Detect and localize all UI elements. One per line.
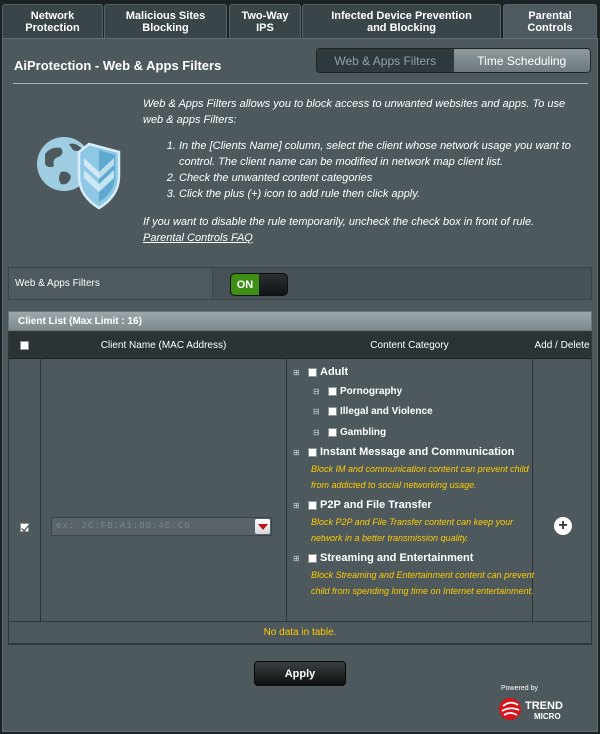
column-header-category: Content Category <box>370 339 449 351</box>
aiprotection-shield-icon <box>37 137 121 210</box>
filter-toggle-row: Web & Apps Filters ON <box>8 267 592 300</box>
category-label: Instant Message and Communication <box>320 446 515 458</box>
tree-branch-icon: ⊟ <box>313 428 320 437</box>
toggle-state: ON <box>231 274 259 295</box>
column-header-client: Client Name (MAC Address) <box>100 339 227 351</box>
step-item: In the [Clients Name] column, select the… <box>179 138 583 170</box>
select-all-cell <box>9 332 40 358</box>
disable-note: If you want to disable the rule temporar… <box>143 216 535 228</box>
dropdown-arrow-icon[interactable] <box>255 519 270 534</box>
category-adult: ⊞ Adult <box>293 366 348 378</box>
tree-expand-icon[interactable]: ⊞ <box>293 448 300 456</box>
category-checkbox[interactable] <box>308 500 317 510</box>
subcategory-label: Pornography <box>340 386 403 397</box>
client-name-value: ex: 2C:FD:A1:00:4E:C0 <box>56 521 191 531</box>
category-label: Adult <box>320 366 349 378</box>
empty-table-message: No data in table. <box>8 621 592 644</box>
tab-label: Network Protection <box>25 9 80 34</box>
tab-two-way-ips[interactable]: Two-Way IPS <box>229 4 301 38</box>
page-title: AiProtection - Web & Apps Filters <box>14 58 222 73</box>
main-panel: AiProtection - Web & Apps Filters Web & … <box>2 38 598 732</box>
subcategory-pornography: ⊟ Pornography <box>313 386 402 397</box>
tree-branch-icon: ⊟ <box>313 407 320 416</box>
row-checkbox[interactable] <box>20 523 29 532</box>
instruction-steps: In the [Clients Name] column, select the… <box>143 138 583 202</box>
tree-expand-icon[interactable]: ⊞ <box>293 554 300 562</box>
subcategory-label: Gambling <box>340 427 387 438</box>
category-tree: ⊞ Adult ⊟ Pornography ⊟ Illegal and Viol… <box>293 366 534 636</box>
table-header: Client Name (MAC Address) Content Catego… <box>9 332 591 359</box>
powered-by-label: Powered by <box>501 685 538 692</box>
tab-label: Two-Way IPS <box>241 9 289 34</box>
category-p2p: ⊞ P2P and File Transfer <box>293 499 432 511</box>
divider <box>13 83 588 84</box>
tab-network-protection[interactable]: Network Protection <box>2 4 103 38</box>
apply-button[interactable]: Apply <box>254 661 346 686</box>
tab-parental-controls[interactable]: Parental Controls <box>503 4 597 39</box>
segment-web-apps-filters[interactable]: Web & Apps Filters <box>317 49 454 72</box>
category-instant-message: ⊞ Instant Message and Communication <box>293 446 514 458</box>
parental-controls-faq-link[interactable]: Parental Controls FAQ <box>143 232 253 244</box>
tree-expand-icon[interactable]: ⊞ <box>293 501 300 509</box>
trend-micro-logo: TREND MICRO <box>499 698 563 721</box>
subcategory-label: Illegal and Violence <box>340 406 433 417</box>
column-divider <box>40 332 41 644</box>
tree-expand-icon[interactable]: ⊞ <box>293 368 300 376</box>
category-checkbox[interactable] <box>308 553 317 563</box>
filter-toggle-switch[interactable]: ON <box>230 273 288 296</box>
column-divider <box>286 332 287 644</box>
plus-icon: + <box>558 516 568 534</box>
description-intro: Web & Apps Filters allows you to block a… <box>143 98 566 126</box>
step-item: Check the unwanted content categories <box>179 170 583 186</box>
brand-line1: TREND <box>525 700 563 712</box>
category-streaming: ⊞ Streaming and Entertainment <box>293 552 473 564</box>
category-checkbox[interactable] <box>308 367 317 377</box>
add-rule-button[interactable]: + <box>554 517 572 535</box>
view-switcher: Web & Apps Filters Time Scheduling <box>316 48 591 73</box>
segment-time-scheduling[interactable]: Time Scheduling <box>453 49 590 72</box>
category-label: Streaming and Entertainment <box>320 552 474 564</box>
subcategory-checkbox[interactable] <box>328 407 337 416</box>
subcategory-checkbox[interactable] <box>328 387 337 396</box>
filter-toggle-label: Web & Apps Filters <box>9 268 213 299</box>
client-list-title: Client List (Max Limit : 16) <box>8 311 592 331</box>
step-item: Click the plus (+) icon to add rule then… <box>179 186 583 202</box>
category-checkbox[interactable] <box>308 447 317 457</box>
column-header-action: Add / Delete <box>534 339 590 351</box>
subcategory-checkbox[interactable] <box>328 428 337 437</box>
client-name-select[interactable]: ex: 2C:FD:A1:00:4E:C0 <box>51 517 272 536</box>
subcategory-illegal-violence: ⊟ Illegal and Violence <box>313 406 433 417</box>
select-all-checkbox[interactable] <box>20 340 29 350</box>
toggle-knob <box>259 274 287 295</box>
client-list-table: Client Name (MAC Address) Content Catego… <box>8 331 592 645</box>
category-note: Block IM and communication content can p… <box>311 464 529 490</box>
tab-label: Malicious Sites Blocking <box>125 9 206 34</box>
description: Web & Apps Filters allows you to block a… <box>143 96 583 246</box>
tab-bar: Network Protection Malicious Sites Block… <box>0 0 600 39</box>
tab-malicious-sites-blocking[interactable]: Malicious Sites Blocking <box>104 4 227 38</box>
category-label: P2P and File Transfer <box>320 499 432 511</box>
brand-line2: MICRO <box>534 712 561 721</box>
subcategory-gambling: ⊟ Gambling <box>313 427 386 438</box>
category-note: Block Streaming and Entertainment conten… <box>311 570 535 596</box>
tab-label: Infected Device Prevention and Blocking <box>331 9 472 34</box>
tab-label: Parental Controls <box>527 10 573 34</box>
tab-infected-device-prevention[interactable]: Infected Device Prevention and Blocking <box>302 4 501 38</box>
tree-branch-icon: ⊟ <box>313 387 320 396</box>
category-note: Block P2P and File Transfer content can … <box>311 517 514 543</box>
